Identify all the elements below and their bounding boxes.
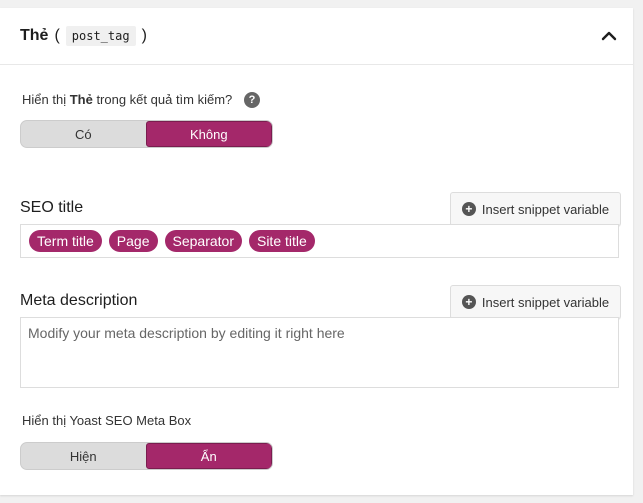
plus-circle-icon: + <box>461 202 476 216</box>
variable-chip-term-title[interactable]: Term title <box>29 230 102 252</box>
taxonomy-label: Thẻ <box>20 27 49 44</box>
search-visibility-suffix: trong kết quả tìm kiếm? <box>92 92 233 107</box>
meta-description-insert-variable-label: Insert snippet variable <box>481 294 610 310</box>
open-paren: ( <box>54 27 60 44</box>
meta-description-insert-variable-button[interactable]: + Insert snippet variable <box>450 285 621 319</box>
search-visibility-toggle: Có Không <box>20 120 273 148</box>
taxonomy-settings-panel: Thẻ ( post_tag ) Hiển thị Thẻ trong kết … <box>0 8 633 495</box>
variable-chip-separator[interactable]: Separator <box>164 230 242 252</box>
meta-box-option-show[interactable]: Hiện <box>21 443 146 469</box>
search-visibility-option-no[interactable]: Không <box>145 121 272 147</box>
seo-title-label: SEO title <box>20 199 84 216</box>
seo-title-editor[interactable]: Term title Page Separator Site title <box>20 224 619 258</box>
chevron-up-icon[interactable] <box>599 26 619 46</box>
seo-title-insert-variable-button[interactable]: + Insert snippet variable <box>450 192 621 226</box>
meta-box-option-hide[interactable]: Ẩn <box>145 443 272 469</box>
search-visibility-prefix: Hiển thị <box>22 92 70 107</box>
taxonomy-slug: post_tag <box>65 26 136 46</box>
question-circle-icon[interactable]: ? <box>244 92 260 108</box>
meta-description-label: Meta description <box>20 292 138 309</box>
search-visibility-label: Hiển thị Thẻ trong kết quả tìm kiếm? <box>22 92 232 107</box>
meta-box-label: Hiển thị Yoast SEO Meta Box <box>22 413 192 428</box>
meta-description-editor[interactable]: Modify your meta description by editing … <box>20 317 619 388</box>
meta-box-toggle: Hiện Ẩn <box>20 442 273 470</box>
variable-chip-site-title[interactable]: Site title <box>248 230 315 252</box>
plus-circle-icon: + <box>461 295 476 309</box>
help-glyph: ? <box>248 94 256 106</box>
meta-description-placeholder: Modify your meta description by editing … <box>28 325 345 341</box>
panel-title: Thẻ ( post_tag ) <box>20 26 147 46</box>
seo-title-insert-variable-label: Insert snippet variable <box>481 201 610 217</box>
search-visibility-option-yes[interactable]: Có <box>21 121 146 147</box>
variable-chip-page[interactable]: Page <box>108 230 158 252</box>
search-visibility-taxonomy: Thẻ <box>69 92 93 107</box>
close-paren: ) <box>141 27 147 44</box>
panel-header[interactable]: Thẻ ( post_tag ) <box>0 8 633 65</box>
